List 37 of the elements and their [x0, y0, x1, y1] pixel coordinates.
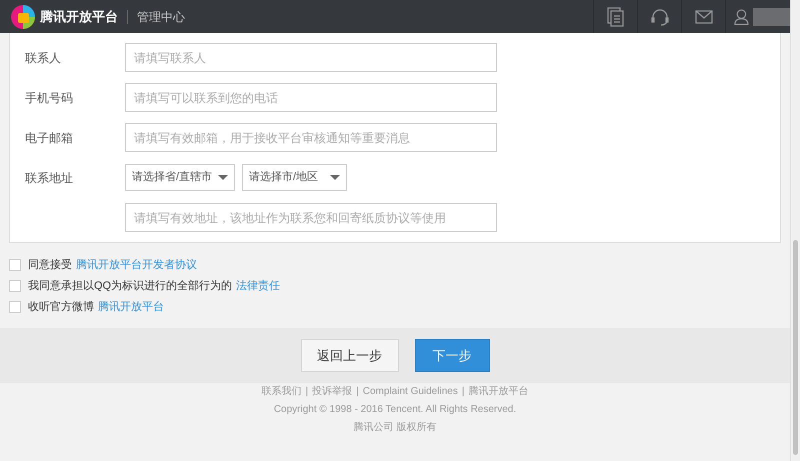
back-button[interactable]: 返回上一步	[300, 339, 398, 372]
field-label: 联系地址	[25, 170, 73, 184]
input-field[interactable]: 请填写有效地址，该地址作为联系您和回寄纸质协议等使用	[125, 203, 497, 232]
field-label: 手机号码	[25, 90, 73, 104]
separator: |	[356, 385, 359, 399]
checkbox[interactable]	[9, 280, 21, 292]
separator: |	[306, 385, 308, 399]
checkbox[interactable]	[9, 301, 21, 313]
footer-link[interactable]: 腾讯开放平台	[468, 384, 528, 399]
field-label: 电子邮箱	[25, 130, 73, 144]
footer-link[interactable]: 联系我们	[262, 384, 302, 399]
logo-icon	[10, 4, 36, 30]
next-button[interactable]: 下一步	[414, 339, 490, 372]
caret-icon	[218, 175, 228, 180]
footer-link[interactable]: 投诉举报	[312, 384, 352, 399]
field-label: 联系人	[25, 50, 61, 64]
agreement-link[interactable]: 法律责任	[236, 278, 280, 294]
agreement-link[interactable]: 腾讯开放平台开发者协议	[76, 256, 197, 274]
input-field[interactable]: 请填写可以联系到您的电话	[125, 83, 497, 112]
caret-icon	[330, 175, 340, 180]
agreement-text: 同意接受	[28, 258, 72, 273]
agreement-text: 收听官方微博	[28, 300, 94, 315]
brand-name: 腾讯开放平台	[40, 8, 118, 26]
section-title: 管理中心	[137, 8, 185, 26]
footer-link[interactable]: Complaint Guidelines	[362, 384, 458, 399]
company-text: 腾讯公司 版权所有	[354, 420, 436, 435]
input-field[interactable]: 请填写联系人	[125, 43, 497, 72]
user-icon[interactable]	[734, 8, 749, 26]
checkbox[interactable]	[9, 259, 21, 271]
input-field[interactable]: 请填写有效邮箱，用于接收平台审核通知等重要消息	[125, 123, 497, 152]
avatar-placeholder	[752, 8, 790, 26]
agreement-text: 我同意承担以QQ为标识进行的全部行为的	[28, 278, 232, 294]
select-dropdown[interactable]: 请选择市/地区	[242, 164, 347, 191]
separator: |	[462, 385, 464, 399]
select-dropdown[interactable]: 请选择省/直辖市	[125, 164, 235, 191]
copyright-text: Copyright © 1998 - 2016 Tencent. All Rights Reserved.	[274, 403, 516, 417]
agreement-link[interactable]: 腾讯开放平台	[98, 298, 164, 316]
